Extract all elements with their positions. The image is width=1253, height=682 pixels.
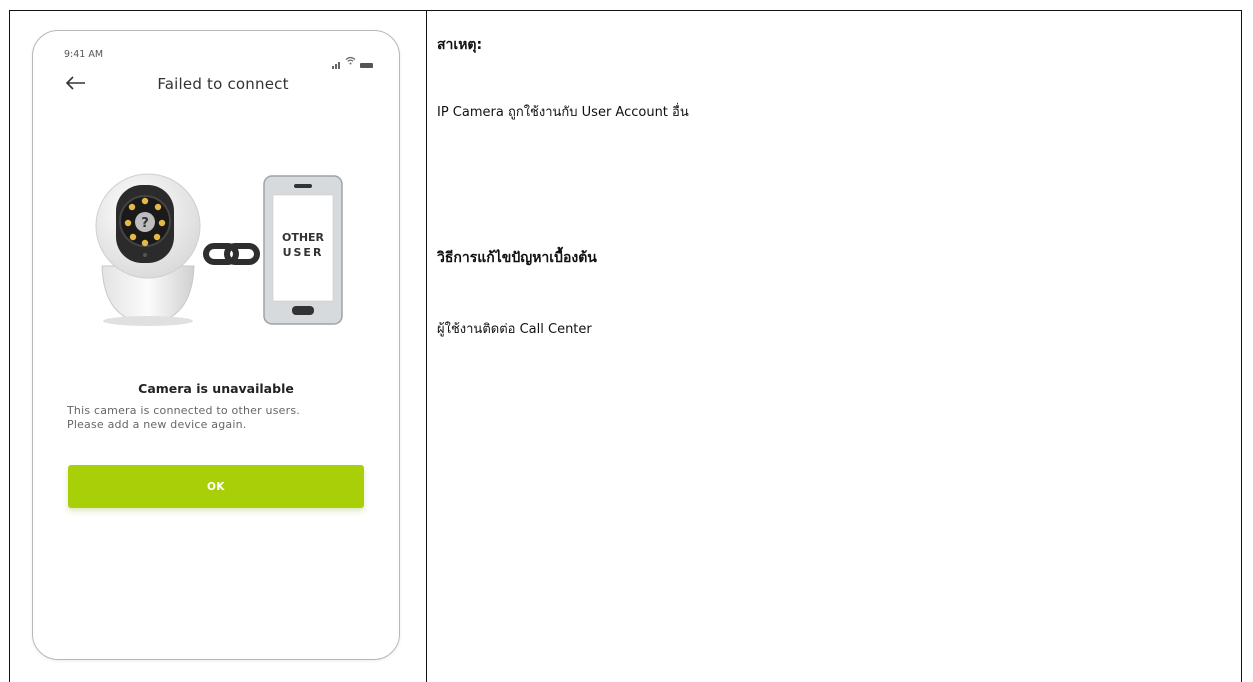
frame-right-border: [1241, 10, 1242, 682]
fix-text: ผู้ใช้งานติดต่อ Call Center: [437, 322, 592, 337]
message-line-1: This camera is connected to other users.: [67, 404, 300, 417]
camera-icon: ?: [95, 173, 201, 326]
wifi-icon: [345, 50, 356, 69]
fix-heading: วิธีการแก้ไขปัญหาเบื้องต้น: [437, 250, 597, 266]
message-title: Camera is unavailable: [138, 381, 294, 396]
signal-icon: [332, 62, 341, 69]
svg-text:OTHER: OTHER: [282, 231, 325, 244]
status-time: 9:41 AM: [64, 49, 104, 60]
svg-text:USER: USER: [283, 246, 324, 259]
cause-heading: สาเหตุ:: [437, 37, 483, 53]
link-icon: [203, 243, 260, 265]
illustration: ? OTHER USER: [88, 171, 348, 326]
message-description: This camera is connected to other users.…: [67, 404, 300, 432]
status-icons: [332, 50, 373, 69]
message-line-2: Please add a new device again.: [67, 418, 247, 431]
other-user-phone-icon: OTHER USER: [263, 175, 343, 325]
svg-text:?: ?: [141, 216, 149, 231]
camera-link-illustration: ? OTHER USER: [95, 173, 343, 326]
frame-column-divider: [426, 10, 427, 682]
phone-mockup: 9:41 AM Failed to connect ? OTHER USER C…: [32, 30, 400, 660]
frame-left-border: [9, 10, 10, 682]
frame-top-border: [9, 10, 1242, 11]
screen-title: Failed to connect: [157, 75, 289, 93]
ok-button[interactable]: OK: [68, 465, 364, 508]
battery-icon: [360, 63, 373, 68]
cause-text: IP Camera ถูกใช้งานกับ User Account อื่น: [437, 105, 689, 120]
